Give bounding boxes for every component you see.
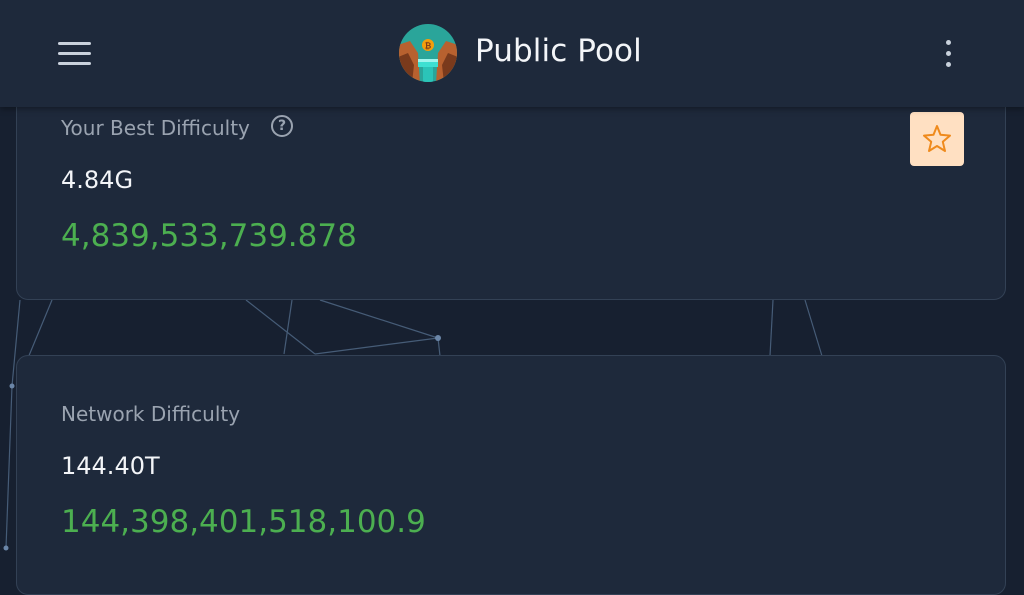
star-icon <box>923 125 951 152</box>
network-difficulty-label: Network Difficulty <box>61 402 241 426</box>
svg-text:₿: ₿ <box>425 42 432 51</box>
favorite-button[interactable] <box>910 112 964 166</box>
help-circle-icon[interactable]: ? <box>271 115 293 137</box>
best-difficulty-abbr: 4.84G <box>61 166 134 194</box>
network-difficulty-card: Network Difficulty 144.40T 144,398,401,5… <box>16 355 1006 595</box>
more-options-button[interactable] <box>936 38 960 70</box>
network-difficulty-abbr: 144.40T <box>61 452 160 480</box>
app-title: Public Pool <box>475 33 642 69</box>
top-app-bar: ₿ Public Pool <box>0 0 1024 107</box>
best-difficulty-label: Your Best Difficulty <box>61 116 250 140</box>
best-difficulty-full: 4,839,533,739.878 <box>61 218 357 254</box>
network-difficulty-full: 144,398,401,518,100.9 <box>61 504 426 540</box>
logo-icon: ₿ <box>398 23 458 83</box>
menu-button[interactable] <box>58 40 92 66</box>
